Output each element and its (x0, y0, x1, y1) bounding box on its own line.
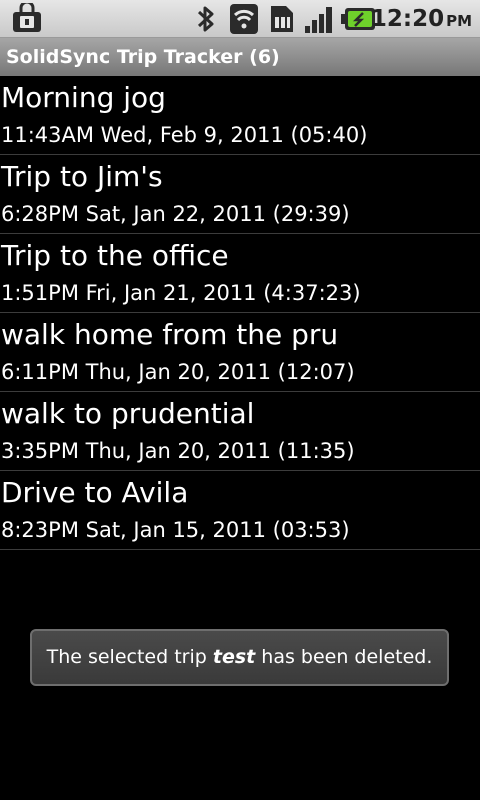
trip-name: Trip to the office (1, 239, 229, 272)
trip-time: 1:51PM Fri, Jan 21, 2011 (4:37:23) (1, 281, 361, 305)
trip-list-item[interactable]: walk home from the pru 6:11PM Thu, Jan 2… (0, 313, 480, 392)
toast-suffix: has been deleted. (255, 646, 433, 668)
trip-name: Drive to Avila (1, 476, 189, 509)
trip-name: Trip to Jim's (1, 160, 163, 193)
trip-list-item[interactable]: Trip to Jim's 6:28PM Sat, Jan 22, 2011 (… (0, 155, 480, 234)
trip-name: walk home from the pru (1, 318, 339, 351)
data-icon (268, 3, 296, 39)
wifi-icon (228, 3, 260, 39)
trip-list-item[interactable]: Trip to the office 1:51PM Fri, Jan 21, 2… (0, 234, 480, 313)
app-title: SolidSync Trip Tracker (6) (6, 46, 280, 68)
toast-trip-name: test (212, 646, 256, 668)
trip-list-item[interactable]: Morning jog 11:43AM Wed, Feb 9, 2011 (05… (0, 76, 480, 155)
bluetooth-icon (194, 3, 218, 39)
clock-ampm: PM (446, 12, 472, 30)
notification-icon[interactable] (10, 0, 44, 39)
trip-list: Morning jog 11:43AM Wed, Feb 9, 2011 (05… (0, 76, 480, 550)
status-clock: 12:20 PM (371, 4, 472, 36)
status-bar: 12:20 PM (0, 0, 480, 38)
trip-name: walk to prudential (1, 397, 255, 430)
title-bar: SolidSync Trip Tracker (6) (0, 38, 480, 76)
trip-time: 3:35PM Thu, Jan 20, 2011 (11:35) (1, 439, 355, 463)
trip-time: 8:23PM Sat, Jan 15, 2011 (03:53) (1, 518, 350, 542)
trip-time: 6:28PM Sat, Jan 22, 2011 (29:39) (1, 202, 350, 226)
trip-list-item[interactable]: Drive to Avila 8:23PM Sat, Jan 15, 2011 … (0, 471, 480, 550)
toast-message: The selected trip test has been deleted. (30, 629, 449, 686)
trip-time: 6:11PM Thu, Jan 20, 2011 (12:07) (1, 360, 355, 384)
trip-name: Morning jog (1, 81, 166, 114)
signal-icon (303, 3, 337, 39)
trip-time: 11:43AM Wed, Feb 9, 2011 (05:40) (1, 123, 368, 147)
toast-prefix: The selected trip (46, 646, 213, 668)
clock-time: 12:20 (370, 6, 445, 32)
trip-list-item[interactable]: walk to prudential 3:35PM Thu, Jan 20, 2… (0, 392, 480, 471)
